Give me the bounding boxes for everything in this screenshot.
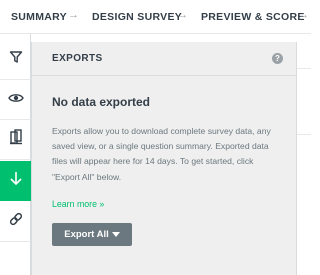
help-icon[interactable]: ? — [272, 53, 283, 64]
export-all-button[interactable]: Export All — [52, 223, 132, 246]
arrow-right-icon: → — [68, 9, 79, 21]
link-icon — [9, 212, 23, 231]
empty-state-description: Exports allow you to download complete s… — [52, 126, 271, 182]
compare-icon — [9, 129, 23, 150]
filter-button[interactable] — [0, 40, 31, 80]
exports-panel-header: EXPORTS ? — [32, 42, 296, 76]
survey-content-edge — [297, 34, 311, 275]
filter-icon — [9, 50, 23, 69]
empty-state-title: No data exported — [52, 95, 151, 109]
eye-icon — [7, 91, 24, 109]
exports-button[interactable] — [0, 161, 31, 201]
divider — [297, 68, 311, 69]
views-button[interactable] — [0, 80, 31, 120]
exports-panel: EXPORTS ? No data exported Exports allow… — [31, 42, 297, 275]
divider — [297, 134, 311, 135]
breadcrumb: SUMMARY → DESIGN SURVEY → PREVIEW & SCOR… — [0, 0, 311, 34]
side-toolbar — [0, 34, 31, 275]
breadcrumb-summary[interactable]: SUMMARY — [11, 11, 67, 23]
arrow-right-icon: → — [298, 9, 309, 21]
panel-title: EXPORTS — [52, 53, 103, 64]
learn-more-link[interactable]: Learn more » — [52, 199, 104, 209]
caret-down-icon — [111, 232, 120, 237]
compare-button[interactable] — [0, 120, 31, 160]
arrow-right-icon: → — [177, 9, 188, 21]
breadcrumb-preview-score[interactable]: PREVIEW & SCORE — [201, 11, 305, 23]
download-icon — [9, 171, 23, 191]
export-all-label: Export All — [64, 229, 109, 240]
share-link-button[interactable] — [0, 202, 31, 242]
breadcrumb-design-survey[interactable]: DESIGN SURVEY — [92, 11, 182, 23]
